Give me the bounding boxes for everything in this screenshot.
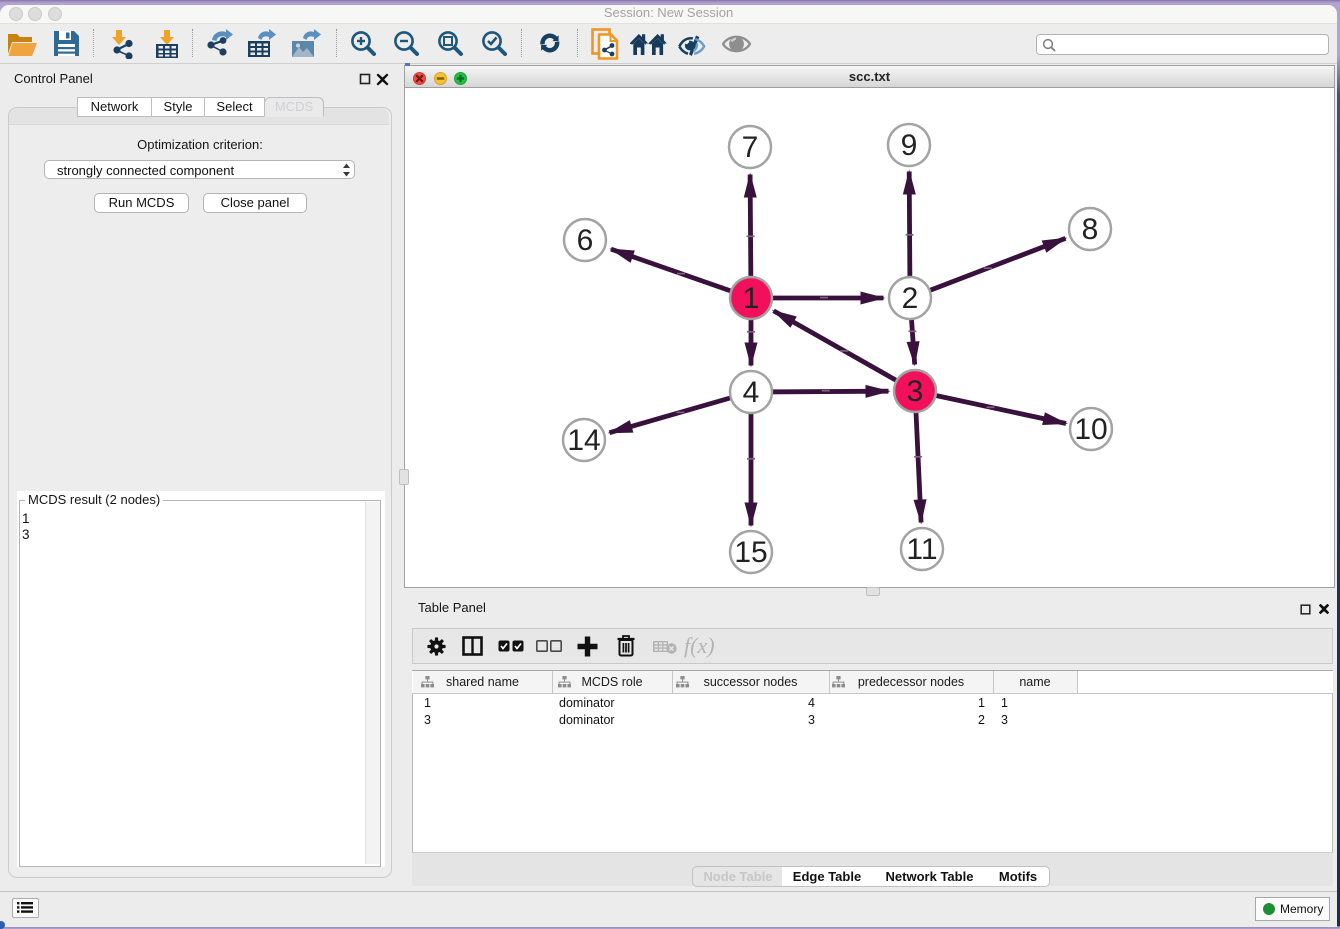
svg-text:8: 8 <box>1082 213 1099 246</box>
svg-text:3: 3 <box>907 375 924 408</box>
svg-text:6: 6 <box>577 224 594 257</box>
svg-text:4: 4 <box>743 376 760 409</box>
svg-text:2: 2 <box>902 282 919 315</box>
svg-text:7: 7 <box>742 131 759 164</box>
svg-text:15: 15 <box>734 536 767 569</box>
svg-text:1: 1 <box>743 282 760 315</box>
svg-text:14: 14 <box>567 424 600 457</box>
svg-text:11: 11 <box>906 533 937 566</box>
svg-text:9: 9 <box>901 129 918 162</box>
svg-text:10: 10 <box>1074 413 1107 446</box>
